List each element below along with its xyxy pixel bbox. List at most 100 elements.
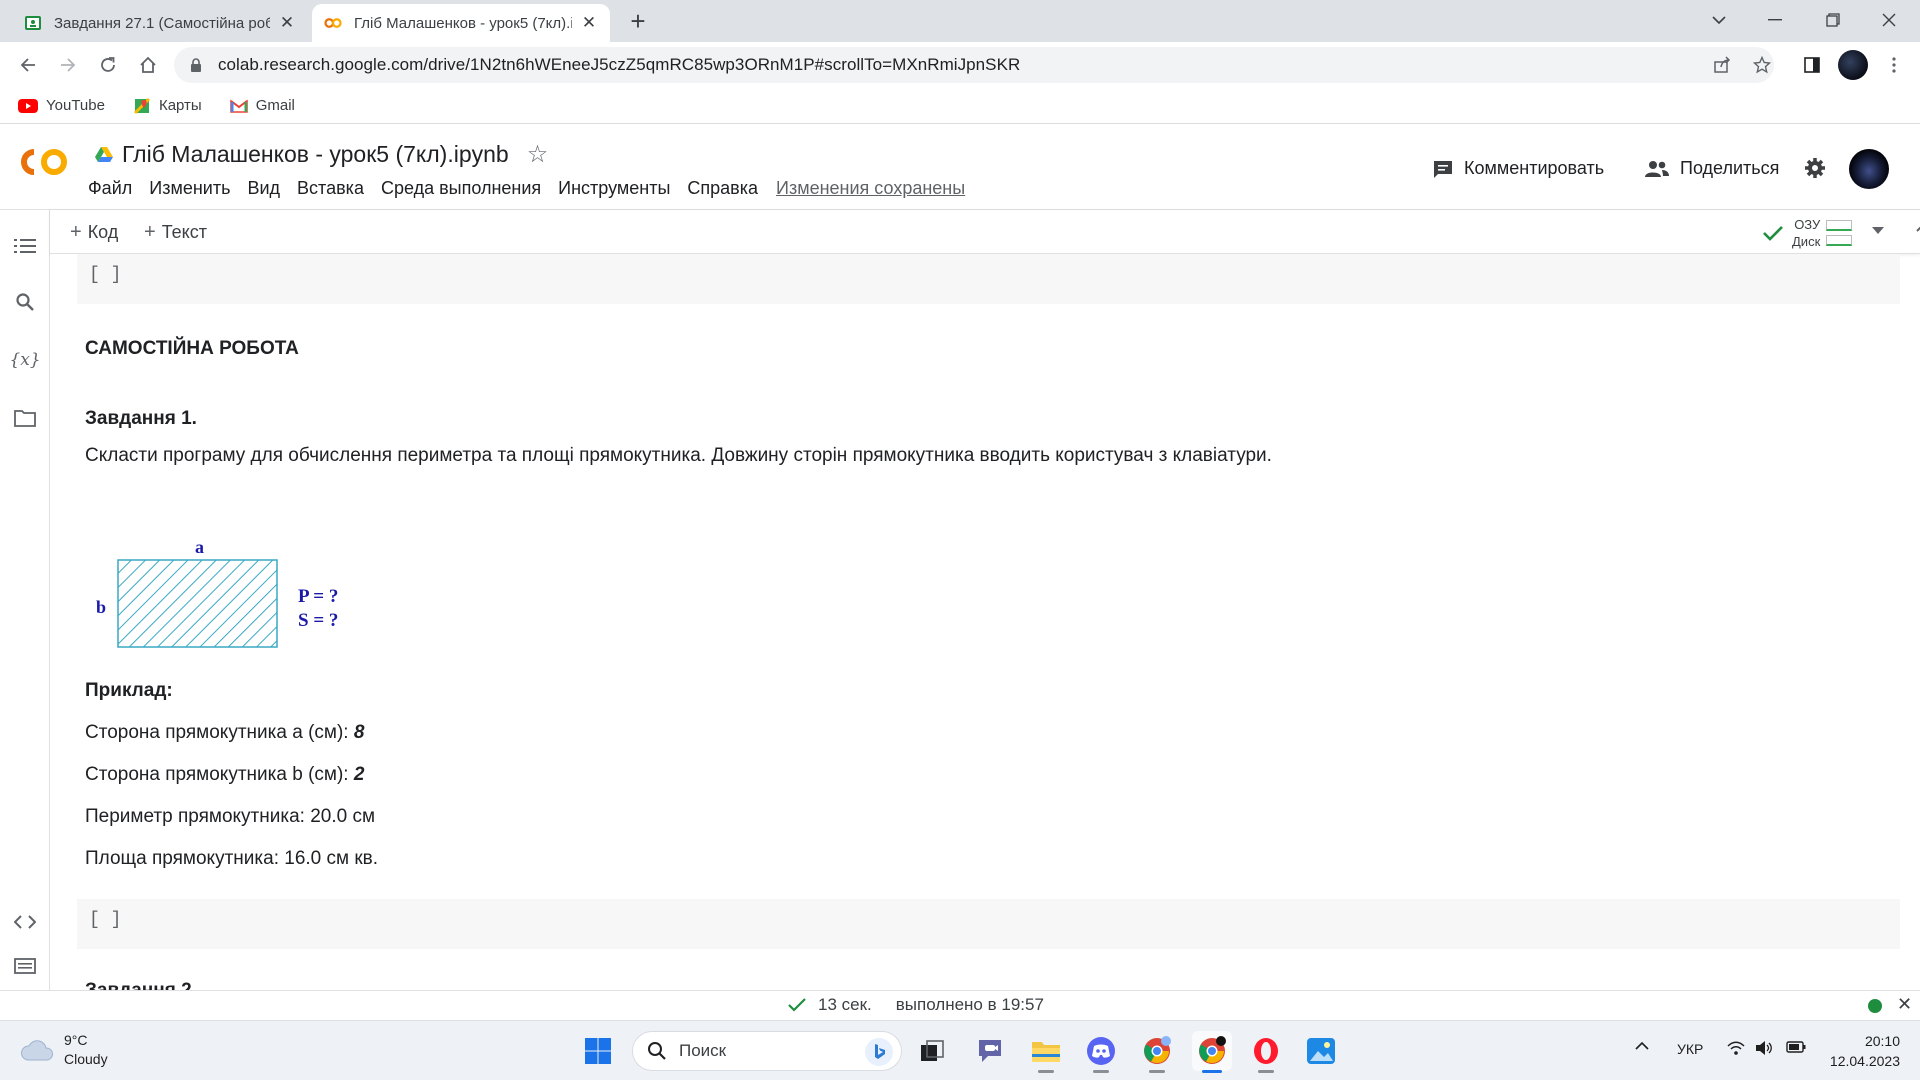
bookmark-maps[interactable]: Карты: [133, 97, 202, 115]
menu-edit[interactable]: Изменить: [149, 178, 230, 199]
comment-button[interactable]: Комментировать: [1432, 158, 1604, 179]
home-icon[interactable]: [134, 51, 162, 79]
search-icon[interactable]: [13, 290, 37, 314]
close-status-icon[interactable]: ✕: [1897, 994, 1912, 1015]
weather-widget[interactable]: 9°C Cloudy: [20, 1031, 108, 1069]
bookmark-gmail[interactable]: Gmail: [229, 97, 295, 114]
minimize-icon[interactable]: [1752, 0, 1798, 40]
discord-icon[interactable]: [1081, 1031, 1121, 1073]
next-task-heading: Завдання 2.: [85, 980, 197, 990]
lock-icon[interactable]: [188, 57, 204, 73]
add-text-label: Текст: [161, 222, 208, 242]
code-cell[interactable]: [ ]: [77, 254, 1900, 304]
cloud-icon: [21, 1040, 53, 1061]
code-cell[interactable]: [ ]: [77, 899, 1900, 949]
ram-label: ОЗУ: [1794, 217, 1821, 232]
chrome-icon[interactable]: [1192, 1031, 1232, 1073]
section-heading: САМОСТІЙНА РОБОТА: [85, 338, 299, 359]
close-tab-icon[interactable]: ✕: [278, 14, 296, 32]
run-cell-brackets[interactable]: [ ]: [89, 910, 121, 930]
forward-arrow-icon[interactable]: [54, 51, 82, 79]
new-tab-icon[interactable]: +: [624, 8, 652, 36]
tab-title: Гліб Малашенков - урок5 (7кл).i: [354, 14, 572, 32]
menu-insert[interactable]: Вставка: [297, 178, 364, 199]
tab-search-chevron-icon[interactable]: [1696, 0, 1742, 40]
example-line-value: 2: [353, 764, 365, 785]
run-cell-brackets[interactable]: [ ]: [89, 265, 121, 285]
save-status-link[interactable]: Изменения сохранены: [776, 178, 965, 199]
close-tab-icon[interactable]: ✕: [580, 14, 598, 32]
execution-status[interactable]: 13 сек. выполнено в 19:57: [788, 995, 1044, 1015]
youtube-icon: [18, 98, 38, 113]
bookmark-youtube[interactable]: YouTube: [18, 97, 105, 114]
tray-overflow-chevron-icon[interactable]: [1635, 1041, 1649, 1051]
execution-completed-time: выполнено в 19:57: [895, 995, 1044, 1014]
browser-tab-active[interactable]: Гліб Малашенков - урок5 (7кл).i ✕: [312, 4, 610, 42]
add-text-button[interactable]: + Текст: [144, 221, 207, 244]
photos-app-icon[interactable]: [1301, 1031, 1341, 1071]
back-arrow-icon[interactable]: [14, 51, 42, 79]
resources-indicator[interactable]: ОЗУ Диск: [1762, 216, 1853, 250]
bookmark-label: YouTube: [46, 97, 105, 114]
share-page-icon[interactable]: [1708, 51, 1736, 79]
folder-icon[interactable]: [13, 406, 37, 430]
menu-help[interactable]: Справка: [687, 178, 758, 199]
perimeter-label: P = ?: [298, 586, 338, 607]
command-palette-icon[interactable]: [13, 954, 37, 978]
system-clock[interactable]: 20:10 12.04.2023: [1820, 1031, 1900, 1071]
taskbar-search-box[interactable]: Поиск: [632, 1031, 902, 1071]
example-line-text: Площа прямокутника: 16.0 см кв.: [85, 848, 379, 869]
file-explorer-icon[interactable]: [1026, 1031, 1066, 1073]
collapse-header-icon[interactable]: [1916, 222, 1920, 232]
bookmark-star-icon[interactable]: [1748, 51, 1776, 79]
windows-start-icon[interactable]: [578, 1031, 618, 1071]
notebook-toolbar: + Код + Текст ОЗУ Диск: [50, 210, 1920, 254]
colab-logo[interactable]: [18, 146, 70, 178]
url-text: colab.research.google.com/drive/1N2tn6hW…: [218, 55, 1021, 74]
colab-header: Гліб Малашенков - урок5 (7кл).ipynb ☆ Фа…: [0, 124, 1920, 210]
browser-toolbar: colab.research.google.com/drive/1N2tn6hW…: [0, 42, 1920, 88]
teams-chat-icon[interactable]: [970, 1031, 1010, 1071]
menu-runtime[interactable]: Среда выполнения: [381, 178, 541, 199]
example-line-text: Сторона прямокутника a (см):: [85, 722, 354, 743]
share-button[interactable]: Поделиться: [1644, 158, 1779, 179]
menu-tools[interactable]: Инструменты: [558, 178, 670, 199]
browser-tab[interactable]: Завдання 27.1 (Самостійна робо ✕: [12, 4, 308, 42]
code-snippets-icon[interactable]: [13, 910, 37, 934]
keyboard-language[interactable]: УКР: [1677, 1041, 1703, 1057]
more-menu-icon[interactable]: [1880, 51, 1908, 79]
star-icon[interactable]: ☆: [527, 140, 549, 169]
close-window-icon[interactable]: [1866, 0, 1912, 40]
running-indicator: [1093, 1070, 1109, 1073]
chrome-profile-icon[interactable]: [1137, 1031, 1177, 1073]
account-avatar[interactable]: [1849, 149, 1889, 189]
menu-bar: Файл Изменить Вид Вставка Среда выполнен…: [88, 178, 982, 199]
people-icon: [1645, 160, 1669, 177]
wifi-icon[interactable]: [1727, 1040, 1745, 1056]
reload-icon[interactable]: [94, 51, 122, 79]
restore-icon[interactable]: [1810, 0, 1856, 40]
table-of-contents-icon[interactable]: [13, 234, 37, 258]
running-indicator: [1258, 1070, 1274, 1073]
runtime-dropdown-icon[interactable]: [1872, 227, 1884, 235]
opera-icon[interactable]: [1246, 1031, 1286, 1073]
battery-icon[interactable]: [1786, 1041, 1806, 1053]
comment-icon: [1434, 160, 1452, 178]
bing-icon[interactable]: [865, 1038, 893, 1066]
google-drive-icon[interactable]: [94, 146, 114, 164]
side-panel-icon[interactable]: [1798, 51, 1826, 79]
task-heading: Завдання 1.: [85, 408, 197, 429]
example-line-text: Сторона прямокутника b (см):: [85, 764, 354, 785]
menu-file[interactable]: Файл: [88, 178, 132, 199]
profile-avatar[interactable]: [1838, 50, 1868, 80]
variables-icon[interactable]: {x}: [9, 348, 40, 372]
menu-view[interactable]: Вид: [247, 178, 280, 199]
settings-gear-icon[interactable]: [1804, 157, 1836, 179]
address-bar[interactable]: colab.research.google.com/drive/1N2tn6hW…: [174, 47, 1774, 83]
clock-date: 12.04.2023: [1829, 1053, 1900, 1069]
add-code-button[interactable]: + Код: [70, 221, 118, 244]
notebook-title[interactable]: Гліб Малашенков - урок5 (7кл).ipynb: [122, 141, 509, 168]
task-view-icon[interactable]: [912, 1031, 952, 1071]
volume-icon[interactable]: [1755, 1040, 1773, 1056]
notebook-content: [ ] САМОСТІЙНА РОБОТА Завдання 1. Скласт…: [50, 254, 1900, 990]
